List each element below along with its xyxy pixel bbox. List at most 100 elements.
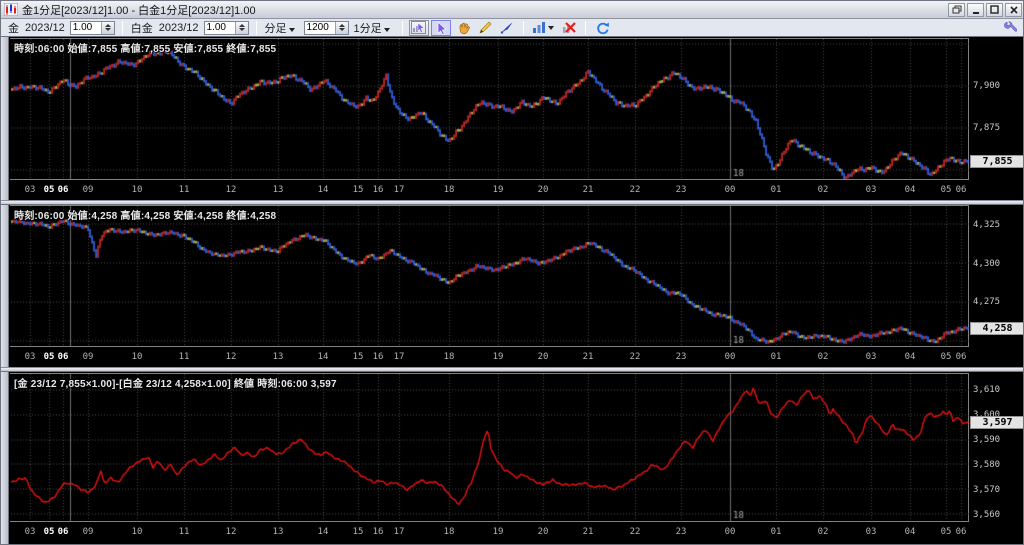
current-price-box: 3,597 <box>970 415 1023 429</box>
pen-icon <box>500 22 513 34</box>
x-axis-label: 17 <box>393 185 405 195</box>
x-axis-label: 06 <box>57 352 69 362</box>
x-axis-label: 15 <box>352 527 364 537</box>
float-icon <box>952 5 961 14</box>
delete-chart-button[interactable] <box>559 20 579 36</box>
chart-select-tool-button[interactable] <box>408 19 429 36</box>
settings-button[interactable] <box>1000 20 1020 36</box>
x-axis-label: 22 <box>629 352 641 362</box>
annotation-pen-tool-button[interactable] <box>497 20 517 36</box>
gold-ratio-input[interactable] <box>70 21 101 34</box>
y-axis-label: 4,325 <box>973 219 1001 230</box>
refresh-button[interactable] <box>592 20 612 36</box>
minimize-button[interactable] <box>967 2 984 17</box>
wrench-icon <box>1003 21 1017 32</box>
x-axis-label: 17 <box>393 352 405 362</box>
x-axis-label: 06 <box>57 185 69 195</box>
x-axis-label: 19 <box>492 185 504 195</box>
x-axis-label: 01 <box>770 185 782 195</box>
current-price-box: 7,855 <box>970 155 1023 169</box>
platinum-candlestick-canvas[interactable] <box>11 206 969 346</box>
window-title: 金1分足[2023/12]1.00 - 白金1分足[2023/12]1.00 <box>22 4 256 17</box>
x-axis-label: 02 <box>817 352 829 362</box>
x-axis-label: 01 <box>770 352 782 362</box>
y-axis-label: 4,300 <box>973 258 1001 269</box>
x-axis-label: 13 <box>272 352 284 362</box>
y-axis-label: 3,560 <box>973 510 1001 520</box>
platinum-label: 白金 <box>130 22 153 35</box>
chart-type-button[interactable] <box>530 20 557 36</box>
gold-info-bar: 時刻:06:00 始値:7,855 高値:7,855 安値:7,855 終値:7… <box>14 44 277 55</box>
x-axis-label: 22 <box>629 527 641 537</box>
interval-type-dropdown[interactable]: 分足 <box>265 20 299 36</box>
x-axis-label: 16 <box>372 185 384 195</box>
x-axis-label: 06 <box>955 352 967 362</box>
x-axis-label: 19 <box>492 527 504 537</box>
x-axis-label: 21 <box>582 185 594 195</box>
float-window-button[interactable] <box>948 2 965 17</box>
x-axis-label: 03 <box>865 185 877 195</box>
minimize-icon <box>972 11 979 14</box>
bar-chart-icon <box>533 22 546 33</box>
x-axis-label: 09 <box>82 352 94 362</box>
x-axis-label: 01 <box>770 527 782 537</box>
x-axis-label: 10 <box>131 527 143 537</box>
x-axis-label: 18 <box>443 527 455 537</box>
x-axis-label: 04 <box>904 352 916 362</box>
maximize-button[interactable] <box>986 2 1003 17</box>
x-axis-label: 23 <box>675 352 687 362</box>
x-axis-label: 04 <box>904 185 916 195</box>
x-axis-label: 17 <box>393 527 405 537</box>
close-button[interactable] <box>1005 2 1022 17</box>
x-axis-label: 02 <box>817 185 829 195</box>
toolbar: 金 2023/12 白金 2023/12 分足 1分足 <box>1 19 1023 37</box>
y-axis-label: 3,570 <box>973 485 1001 495</box>
pointer-tool-button[interactable] <box>430 19 451 36</box>
spread-chart-panel: [金 23/12 7,855×1.00]-[白金 23/12 4,258×1.0… <box>10 373 969 522</box>
platinum-ratio-input[interactable] <box>204 21 235 34</box>
platinum-info-bar: 時刻:06:00 始値:4,258 高値:4,258 安値:4,258 終値:4… <box>14 211 277 222</box>
x-axis-label: 06 <box>955 527 967 537</box>
pointer-cursor-icon <box>437 20 447 35</box>
current-price-box: 4,258 <box>970 321 1023 335</box>
x-axis-label: 22 <box>629 185 641 195</box>
x-axis-label: 15 <box>352 185 364 195</box>
x-axis-label: 12 <box>225 352 237 362</box>
bar-count-input[interactable] <box>304 21 335 34</box>
bar-count-spinner[interactable] <box>334 21 348 34</box>
x-axis-label: 09 <box>82 527 94 537</box>
x-axis-label: 13 <box>272 527 284 537</box>
interval-dropdown[interactable]: 1分足 <box>354 20 394 36</box>
x-axis-label: 21 <box>582 527 594 537</box>
x-axis-label: 23 <box>675 185 687 195</box>
x-axis-label: 21 <box>582 352 594 362</box>
x-axis-label: 11 <box>178 352 190 362</box>
x-axis-label: 14 <box>317 527 329 537</box>
close-icon <box>1009 5 1018 14</box>
x-axis-label: 00 <box>724 185 736 195</box>
gold-candlestick-canvas[interactable] <box>11 39 969 179</box>
toolbar-separator <box>522 20 524 35</box>
x-axis-label: 15 <box>352 352 364 362</box>
chart-select-icon <box>411 21 427 34</box>
y-axis-label: 7,900 <box>973 81 1001 92</box>
panel-separator <box>1 367 1023 372</box>
y-axis-label: 7,875 <box>973 123 1001 134</box>
platinum-ratio-spinner[interactable] <box>234 21 248 34</box>
gold-chart-panel: 時刻:06:00 始値:7,855 高値:7,855 安値:7,855 終値:7… <box>10 38 969 180</box>
draw-line-tool-button[interactable] <box>475 20 495 36</box>
x-axis-label: 12 <box>225 527 237 537</box>
x-axis-label: 20 <box>537 352 549 362</box>
x-axis-label: 20 <box>537 185 549 195</box>
chart-area: 時刻:06:00 始値:7,855 高値:7,855 安値:7,855 終値:7… <box>1 37 1023 544</box>
spread-line-canvas[interactable] <box>11 374 969 521</box>
gold-contract-month[interactable]: 2023/12 <box>25 22 65 34</box>
pencil-icon <box>479 21 492 34</box>
platinum-contract-month[interactable]: 2023/12 <box>159 22 199 34</box>
pan-tool-button[interactable] <box>453 20 473 36</box>
gold-ratio-spinner[interactable] <box>100 21 114 34</box>
x-axis-label: 23 <box>675 527 687 537</box>
x-axis-label: 18 <box>443 185 455 195</box>
x-axis-label: 14 <box>317 352 329 362</box>
title-bar: 金1分足[2023/12]1.00 - 白金1分足[2023/12]1.00 <box>1 1 1023 19</box>
